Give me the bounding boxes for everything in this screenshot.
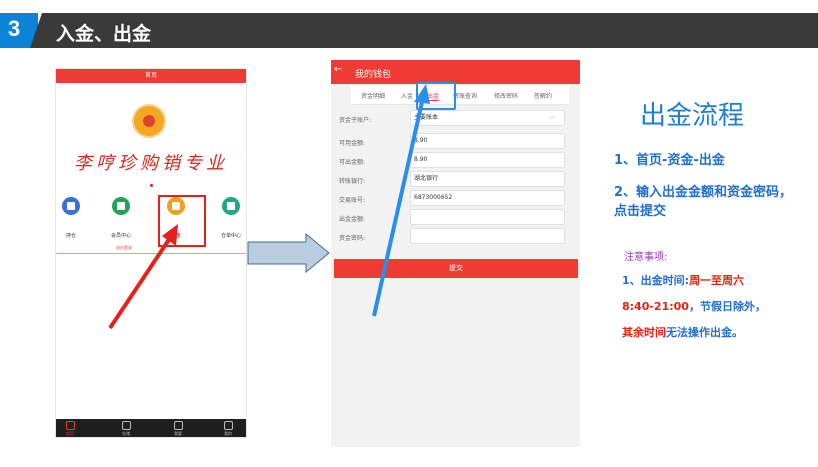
bank-field: 湖北银行 — [410, 171, 565, 187]
next-step-arrow — [247, 233, 330, 273]
tab-mine[interactable]: 我的 — [208, 421, 248, 437]
menu-label-holdings: 持仓 — [65, 233, 76, 239]
chart-icon[interactable] — [62, 197, 80, 215]
step-two: 2、输入出金金额和资金密码，点击提交 — [614, 185, 793, 219]
home-title-bar: 首页 — [56, 69, 246, 83]
member-icon[interactable] — [112, 197, 130, 215]
step-one: 1、首页-资金-出金 — [614, 153, 725, 168]
warehouse-icon[interactable] — [222, 197, 240, 215]
menu-label-warehouse: 仓单中心 — [220, 233, 241, 239]
brand-name: 李哼珍购销专业 — [74, 153, 228, 174]
subaccount-select[interactable]: 主要账本 — [410, 110, 565, 126]
carousel-dot — [150, 184, 153, 187]
available-amount-field: 8.90 — [410, 133, 565, 149]
tab-home[interactable]: 首页 — [50, 421, 90, 437]
back-icon[interactable]: ← — [334, 64, 342, 75]
withdraw-amount-input[interactable] — [410, 209, 565, 225]
withdrawable-amount-field: 8.90 — [410, 152, 565, 168]
tab-storage[interactable]: 仓储 — [106, 421, 146, 437]
chevron-down-icon: ⌵ — [549, 113, 555, 121]
page-title: 入金、出金 — [56, 23, 152, 45]
blue-pointer-arrow — [372, 84, 430, 317]
fund-password-input[interactable] — [410, 228, 565, 244]
tab-transfer-query[interactable]: 转账查询 — [453, 91, 477, 100]
trade-account-field: 6873000652 — [410, 190, 565, 206]
red-pointer-arrow — [108, 224, 178, 330]
notes-body: 1、出金时间:周一至周六 8:40-21:00，节假日除外， 其余时间无法操作出… — [622, 274, 766, 339]
logo-icon — [132, 104, 166, 138]
process-title: 出金流程 — [640, 101, 745, 131]
tab-sign-contract[interactable]: 签解约 — [534, 91, 552, 100]
tab-change-password[interactable]: 修改密码 — [494, 91, 518, 100]
notes-title: 注意事项: — [624, 252, 668, 263]
wallet-title: 我的钱包 — [355, 70, 392, 80]
tab-bar: 首页 仓储 我要 我的 — [56, 419, 246, 437]
slide-header: 3 入金、出金 — [0, 0, 818, 48]
step-number: 3 — [8, 16, 21, 41]
tab-want[interactable]: 我要 — [158, 421, 198, 437]
